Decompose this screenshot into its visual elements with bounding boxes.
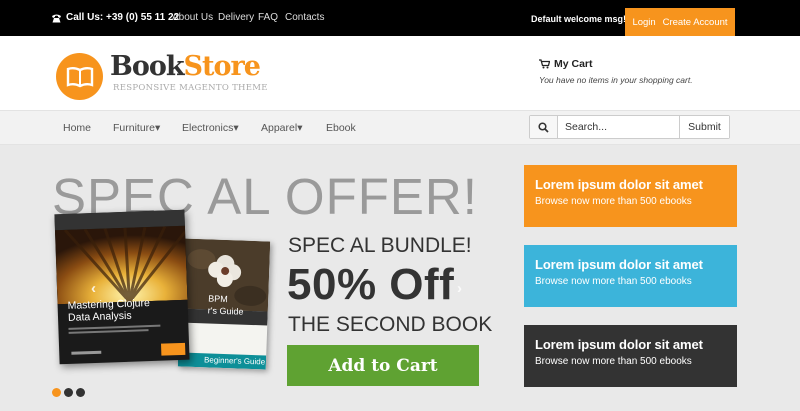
logo-book-icon[interactable] bbox=[56, 53, 103, 100]
promo-subtitle: Browse now more than 500 ebooks bbox=[535, 356, 692, 367]
book-cover-author bbox=[71, 350, 102, 355]
phone-icon bbox=[52, 14, 61, 22]
nav-apparel-label: Apparel bbox=[261, 122, 298, 134]
chevron-down-icon: ▾ bbox=[297, 122, 303, 134]
nav-item-home[interactable]: Home bbox=[63, 122, 91, 134]
chevron-down-icon: ▾ bbox=[155, 122, 161, 134]
slider-dot-3[interactable] bbox=[76, 388, 85, 397]
add-to-cart-button[interactable]: Add to Cart bbox=[287, 345, 479, 386]
book-cover-clojure: Mastering Clojure Data Analysis bbox=[54, 209, 190, 365]
promo-title: Lorem ipsum dolor sit amet bbox=[535, 337, 703, 352]
nav-electronics-label: Electronics bbox=[182, 122, 234, 134]
delivery-link[interactable]: Delivery bbox=[218, 12, 254, 23]
faq-link[interactable]: FAQ bbox=[258, 12, 278, 23]
bundle-heading: SPEC AL BUNDLE! bbox=[288, 234, 472, 257]
nav-item-electronics[interactable]: Electronics▾ bbox=[182, 122, 239, 134]
phone-info: Call Us: +39 (0) 55 11 22 bbox=[51, 12, 179, 23]
contacts-link[interactable]: Contacts bbox=[285, 12, 324, 23]
search-submit-button[interactable]: Submit bbox=[679, 116, 729, 138]
book-cover-bpm: BPM r's Guide Beginner's Guide bbox=[177, 238, 271, 370]
create-account-link[interactable]: Create Account bbox=[663, 17, 728, 28]
my-cart-link[interactable]: My Cart bbox=[539, 58, 593, 70]
slider-dot-1[interactable] bbox=[52, 388, 61, 397]
book1-title-line2: Data Analysis bbox=[67, 309, 132, 324]
promo-subtitle: Browse now more than 500 ebooks bbox=[535, 196, 692, 207]
phone-number: Call Us: +39 (0) 55 11 22 bbox=[66, 12, 180, 23]
slider-dot-2[interactable] bbox=[64, 388, 73, 397]
logo-subtitle: RESPONSIVE MAGENTO THEME bbox=[113, 83, 268, 93]
cart-icon bbox=[539, 59, 550, 69]
slider-next-arrow-icon[interactable]: › bbox=[457, 280, 462, 297]
second-book-text: THE SECOND BOOK bbox=[288, 313, 493, 336]
promo-box-3[interactable]: Lorem ipsum dolor sit amet Browse now mo… bbox=[524, 325, 737, 387]
top-bar: Call Us: +39 (0) 55 11 22 About Us Deliv… bbox=[0, 0, 800, 36]
slider-prev-arrow-icon[interactable]: ‹ bbox=[91, 280, 96, 297]
logo-book-word: Book bbox=[110, 51, 185, 82]
login-link[interactable]: Login bbox=[632, 17, 655, 28]
search-icon[interactable] bbox=[530, 116, 558, 138]
promo-title: Lorem ipsum dolor sit amet bbox=[535, 257, 703, 272]
nav-furniture-label: Furniture bbox=[113, 122, 156, 134]
nav-item-furniture[interactable]: Furniture▾ bbox=[113, 122, 160, 134]
book2-title-line1: BPM bbox=[208, 293, 228, 305]
book2-series: Beginner's Guide bbox=[177, 352, 267, 370]
promo-title: Lorem ipsum dolor sit amet bbox=[535, 177, 703, 192]
publisher-logo bbox=[161, 342, 186, 356]
search-input[interactable] bbox=[558, 116, 679, 138]
cart-title: My Cart bbox=[554, 58, 593, 70]
promo-subtitle: Browse now more than 500 ebooks bbox=[535, 276, 692, 287]
chevron-down-icon: ▾ bbox=[233, 122, 239, 134]
cart-status: You have no items in your shopping cart. bbox=[539, 75, 693, 85]
search-form: Submit bbox=[529, 115, 730, 139]
book-cover-art bbox=[54, 225, 188, 305]
welcome-message: Default welcome msg! bbox=[531, 14, 627, 24]
about-us-link[interactable]: About Us bbox=[172, 12, 213, 23]
book-cover-description bbox=[68, 324, 161, 334]
discount-heading: 50% Off bbox=[287, 260, 455, 309]
logo-text[interactable]: BookStore bbox=[110, 51, 261, 82]
book2-title-line2: r's Guide bbox=[207, 305, 244, 317]
promo-box-2[interactable]: Lorem ipsum dolor sit amet Browse now mo… bbox=[524, 245, 737, 307]
logo-store-word: Store bbox=[183, 51, 261, 82]
promo-box-1[interactable]: Lorem ipsum dolor sit amet Browse now mo… bbox=[524, 165, 737, 227]
account-links: Login Create Account bbox=[625, 8, 735, 36]
nav-item-ebook[interactable]: Ebook bbox=[326, 122, 356, 134]
nav-item-apparel[interactable]: Apparel▾ bbox=[261, 122, 302, 134]
